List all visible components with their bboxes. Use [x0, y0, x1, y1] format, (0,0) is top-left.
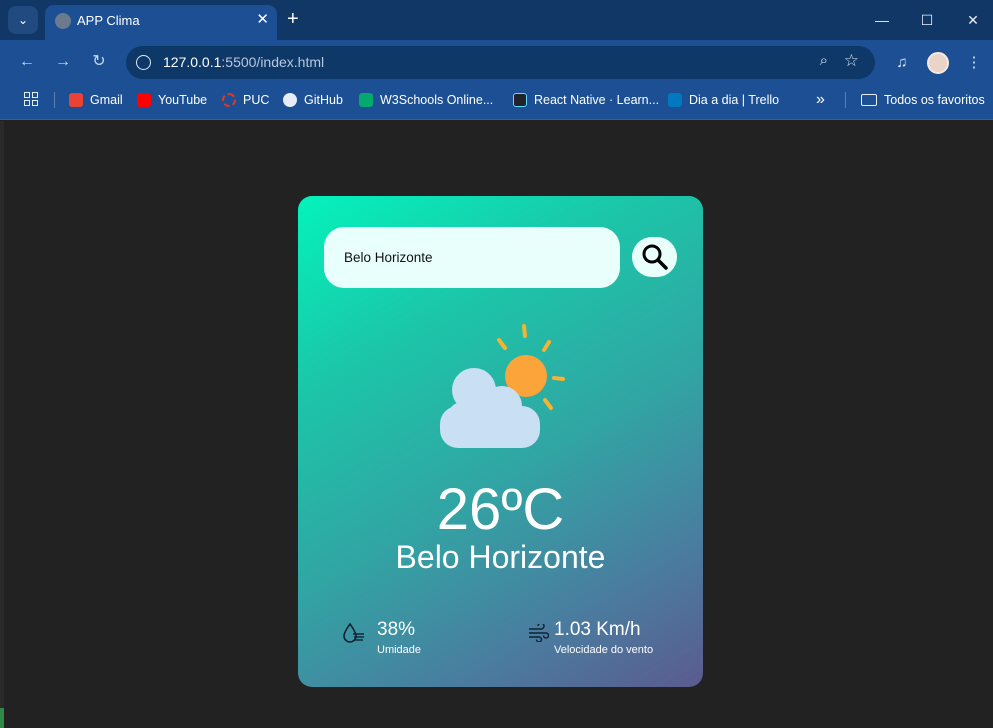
toolbar: ← → ↻ 127.0.0.1:5500/index.html ⌕ ☆ ♫ ⋮	[0, 40, 993, 84]
menu-icon[interactable]: ⋮	[963, 52, 985, 74]
city-search-input[interactable]	[324, 227, 620, 288]
divider	[54, 92, 55, 108]
zoom-icon[interactable]: ⌕	[820, 52, 828, 69]
humidity-value: 38%	[377, 619, 416, 640]
temperature-value: 26ºC	[436, 477, 565, 542]
partly-cloudy-icon	[440, 324, 565, 448]
github-icon	[283, 93, 297, 107]
tab-search-button[interactable]: ⌄	[8, 6, 38, 34]
chevron-down-icon: ⌄	[17, 13, 29, 27]
humidity-label: Umidade	[377, 644, 422, 656]
browser-tab[interactable]: APP Clima ✕	[45, 5, 277, 40]
search-icon	[642, 244, 668, 270]
bookmark-w3schools[interactable]: W3Schools Online...	[359, 84, 493, 116]
react-icon	[513, 93, 527, 107]
divider	[845, 92, 846, 108]
wind-value: 1.03 Km/h	[554, 619, 641, 640]
youtube-icon	[137, 93, 151, 107]
url-text[interactable]: 127.0.0.1:5500/index.html	[163, 54, 324, 70]
wind-label: Velocidade do vento	[554, 644, 654, 656]
gmail-icon	[69, 93, 83, 107]
search-button[interactable]	[632, 237, 677, 277]
bookmark-youtube[interactable]: YouTube	[137, 84, 207, 116]
close-window-icon[interactable]: ✕	[961, 8, 985, 32]
maximize-icon[interactable]: ☐	[915, 8, 939, 32]
weather-card: 26ºC Belo Horizonte 38% Umidade 1.03 Km/…	[298, 196, 703, 687]
media-control-icon[interactable]: ♫	[891, 52, 913, 74]
bookmark-puc[interactable]: PUC	[222, 84, 269, 116]
bookmark-gmail[interactable]: Gmail	[69, 84, 123, 116]
close-tab-icon[interactable]: ✕	[256, 10, 269, 28]
new-tab-button[interactable]: +	[287, 8, 299, 30]
humidity-icon	[343, 622, 364, 643]
address-bar[interactable]: 127.0.0.1:5500/index.html ⌕ ☆	[126, 46, 875, 79]
tab-title: APP Clima	[77, 13, 140, 28]
site-info-icon[interactable]	[136, 55, 151, 70]
minimize-icon[interactable]: —	[870, 8, 894, 32]
apps-grid-icon[interactable]	[24, 92, 38, 106]
city-name: Belo Horizonte	[395, 539, 606, 575]
more-bookmarks-button[interactable]: »	[816, 84, 825, 116]
w3schools-icon	[359, 93, 373, 107]
humidity-stat: 38% Umidade	[377, 619, 421, 656]
bookmark-github[interactable]: GitHub	[283, 84, 343, 116]
bookmark-trello[interactable]: Dia a dia | Trello	[668, 84, 779, 116]
profile-avatar[interactable]	[927, 52, 949, 74]
reload-icon[interactable]: ↻	[87, 50, 111, 74]
trello-icon	[668, 93, 682, 107]
forward-icon[interactable]: →	[51, 50, 75, 74]
bookmark-react-native[interactable]: React Native · Learn...	[513, 84, 659, 116]
globe-icon	[55, 13, 71, 29]
folder-icon	[861, 94, 877, 106]
puc-icon	[222, 93, 236, 107]
wind-stat: 1.03 Km/h Velocidade do vento	[554, 619, 653, 656]
page-edge-accent	[0, 708, 4, 728]
back-icon[interactable]: ←	[15, 50, 39, 74]
wind-icon	[529, 624, 549, 642]
page-edge	[0, 121, 4, 728]
all-bookmarks-folder[interactable]: Todos os favoritos	[861, 84, 985, 116]
bookmark-star-icon[interactable]: ☆	[844, 51, 859, 71]
